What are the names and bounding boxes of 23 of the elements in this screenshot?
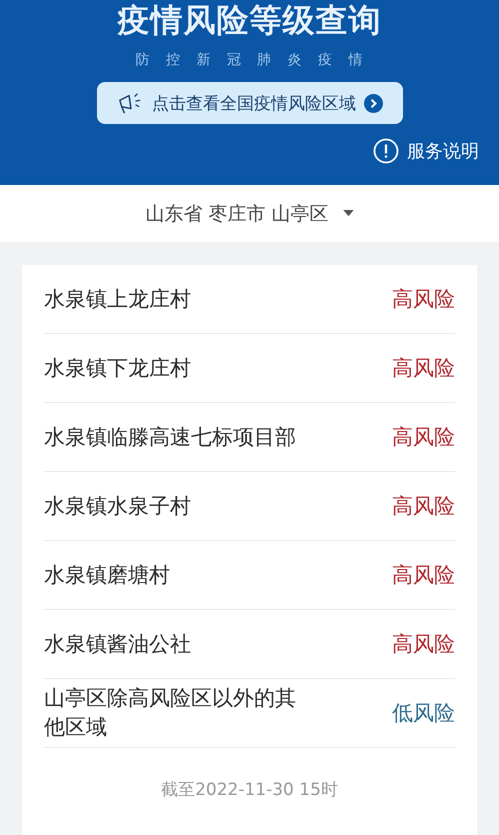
info-icon — [373, 138, 399, 164]
area-name: 水泉镇磨塘村 — [44, 562, 170, 588]
region-selector[interactable]: 山东省 枣庄市 山亭区 — [145, 200, 354, 226]
area-name: 山亭区除高风险区以外的其他区域 — [44, 685, 297, 741]
national-risk-button[interactable]: 点击查看全国疫情风险区域 — [96, 82, 402, 124]
area-name: 水泉镇上龙庄村 — [44, 286, 191, 312]
risk-level: 高风险 — [392, 493, 455, 520]
service-info-link[interactable]: 服务说明 — [373, 138, 479, 164]
update-time: 截至2022-11-30 15时 — [160, 779, 339, 801]
area-name: 水泉镇水泉子村 — [44, 492, 191, 520]
risk-level: 高风险 — [392, 631, 455, 658]
page-title: 疫情风险等级查询 — [118, 2, 382, 38]
page-subtitle: 防 控 新 冠 肺 炎 疫 情 — [135, 51, 364, 69]
area-name: 水泉镇临滕高速七标项目部 — [44, 424, 296, 450]
risk-level: 高风险 — [392, 286, 455, 313]
risk-level: 低风险 — [392, 700, 455, 727]
caret-icon — [342, 210, 354, 217]
risk-level: 高风险 — [392, 562, 455, 589]
chevron-right-icon — [364, 94, 383, 112]
area-name: 水泉镇酱油公社 — [44, 630, 191, 658]
risk-level: 高风险 — [392, 355, 455, 382]
area-name: 水泉镇下龙庄村 — [44, 354, 191, 382]
risk-level: 高风险 — [392, 424, 455, 451]
